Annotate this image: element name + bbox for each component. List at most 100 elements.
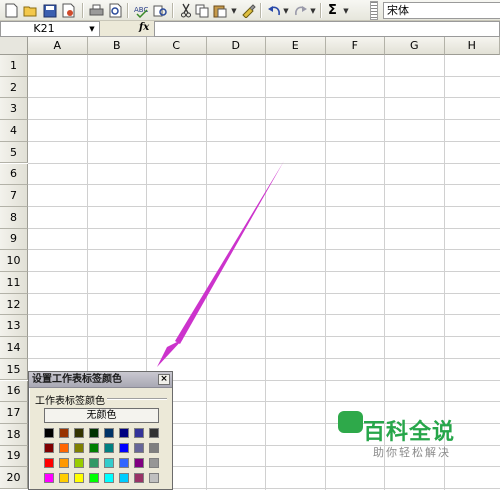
color-swatch[interactable]	[104, 428, 114, 438]
redo-dropdown-icon[interactable]: ▼	[309, 2, 317, 19]
close-icon[interactable]: ×	[158, 374, 170, 385]
color-swatch[interactable]	[134, 428, 144, 438]
color-swatch[interactable]	[44, 428, 54, 438]
dialog-title-bar[interactable]: 设置工作表标签颜色 ×	[29, 372, 172, 388]
spelling-icon[interactable]: ABC	[133, 2, 150, 19]
color-swatch[interactable]	[119, 473, 129, 483]
print-icon[interactable]	[88, 2, 105, 19]
color-swatch[interactable]	[119, 458, 129, 468]
open-icon[interactable]	[22, 2, 39, 19]
cell-reference: K21	[33, 22, 55, 35]
row-header[interactable]: 11	[0, 272, 28, 294]
row-header[interactable]: 2	[0, 76, 28, 99]
column-header[interactable]: B	[87, 37, 147, 55]
undo-dropdown-icon[interactable]: ▼	[282, 2, 290, 19]
row-header[interactable]: 7	[0, 185, 28, 207]
color-swatch[interactable]	[104, 473, 114, 483]
color-swatch[interactable]	[134, 443, 144, 453]
select-all-corner[interactable]	[0, 37, 28, 55]
column-header[interactable]: H	[444, 37, 500, 55]
color-swatch[interactable]	[134, 458, 144, 468]
gridline-vertical	[324, 55, 326, 490]
formula-bar: K21 ▼ fx	[0, 21, 500, 37]
color-swatch[interactable]	[89, 473, 99, 483]
color-swatch[interactable]	[44, 443, 54, 453]
copy-icon[interactable]	[194, 2, 211, 19]
redo-icon[interactable]	[292, 2, 309, 19]
column-header[interactable]: A	[28, 37, 88, 55]
row-header[interactable]: 16	[0, 380, 28, 403]
color-swatch[interactable]	[104, 443, 114, 453]
permission-icon[interactable]	[60, 2, 77, 19]
no-color-button[interactable]: 无颜色	[44, 408, 159, 423]
color-swatch[interactable]	[59, 428, 69, 438]
formula-input[interactable]	[154, 21, 500, 37]
color-swatch[interactable]	[104, 458, 114, 468]
toolbar-grip[interactable]	[370, 1, 378, 20]
color-swatch[interactable]	[134, 473, 144, 483]
color-swatch[interactable]	[59, 443, 69, 453]
watermark-logo: 百科全说 助你轻松解决	[333, 406, 493, 468]
color-swatch[interactable]	[44, 473, 54, 483]
paste-icon[interactable]	[212, 2, 229, 19]
color-swatch[interactable]	[74, 458, 84, 468]
row-header[interactable]: 9	[0, 228, 28, 251]
color-swatch[interactable]	[89, 428, 99, 438]
column-header[interactable]: D	[206, 37, 266, 55]
font-name-box[interactable]: 宋体	[383, 2, 500, 19]
undo-icon[interactable]	[265, 2, 282, 19]
dialog-title: 设置工作表标签颜色	[32, 374, 122, 385]
color-swatch[interactable]	[59, 458, 69, 468]
color-swatch[interactable]	[89, 443, 99, 453]
autosum-dropdown-icon[interactable]: ▼	[342, 2, 350, 19]
column-header[interactable]: E	[266, 37, 326, 55]
tab-color-dialog: 设置工作表标签颜色 × 工作表标签颜色 无颜色	[28, 371, 173, 490]
row-header[interactable]: 1	[0, 55, 28, 77]
gridline-horizontal	[28, 205, 500, 207]
row-header[interactable]: 13	[0, 315, 28, 338]
color-swatch[interactable]	[74, 428, 84, 438]
row-header[interactable]: 17	[0, 402, 28, 424]
gridline-vertical	[265, 55, 266, 490]
row-header[interactable]: 8	[0, 206, 28, 229]
cut-icon[interactable]	[177, 2, 194, 19]
color-swatch[interactable]	[59, 473, 69, 483]
row-header[interactable]: 6	[0, 163, 28, 186]
print-preview-icon[interactable]	[107, 2, 124, 19]
color-swatch[interactable]	[119, 443, 129, 453]
save-icon[interactable]	[41, 2, 58, 19]
row-header[interactable]: 14	[0, 337, 28, 359]
gridline-horizontal	[28, 75, 500, 77]
gridline-horizontal	[28, 314, 500, 316]
row-header[interactable]: 15	[0, 358, 28, 381]
paste-dropdown-icon[interactable]: ▼	[230, 2, 238, 19]
new-icon[interactable]	[3, 2, 20, 19]
color-swatch[interactable]	[149, 458, 159, 468]
row-header[interactable]: 4	[0, 120, 28, 142]
color-swatch[interactable]	[149, 473, 159, 483]
color-swatch[interactable]	[149, 443, 159, 453]
autosum-icon[interactable]: Σ	[324, 2, 341, 19]
name-box[interactable]: K21 ▼	[0, 21, 100, 37]
column-header[interactable]: F	[325, 37, 385, 55]
color-swatch[interactable]	[74, 473, 84, 483]
color-swatch[interactable]	[44, 458, 54, 468]
color-swatch[interactable]	[119, 428, 129, 438]
row-header[interactable]: 3	[0, 98, 28, 121]
color-swatch[interactable]	[89, 458, 99, 468]
column-header[interactable]: C	[147, 37, 207, 55]
row-header[interactable]: 18	[0, 423, 28, 446]
chevron-down-icon[interactable]: ▼	[86, 23, 98, 35]
research-icon[interactable]	[152, 2, 169, 19]
row-header[interactable]: 20	[0, 467, 28, 489]
format-painter-icon[interactable]	[240, 2, 257, 19]
row-header[interactable]: 19	[0, 445, 28, 468]
row-header[interactable]: 10	[0, 250, 28, 272]
color-swatch[interactable]	[149, 428, 159, 438]
column-header[interactable]: G	[385, 37, 445, 55]
gridline-horizontal	[28, 97, 500, 99]
row-header[interactable]: 12	[0, 293, 28, 316]
row-header[interactable]: 5	[0, 141, 28, 164]
color-swatch[interactable]	[74, 443, 84, 453]
insert-function-icon[interactable]: fx	[139, 22, 149, 33]
